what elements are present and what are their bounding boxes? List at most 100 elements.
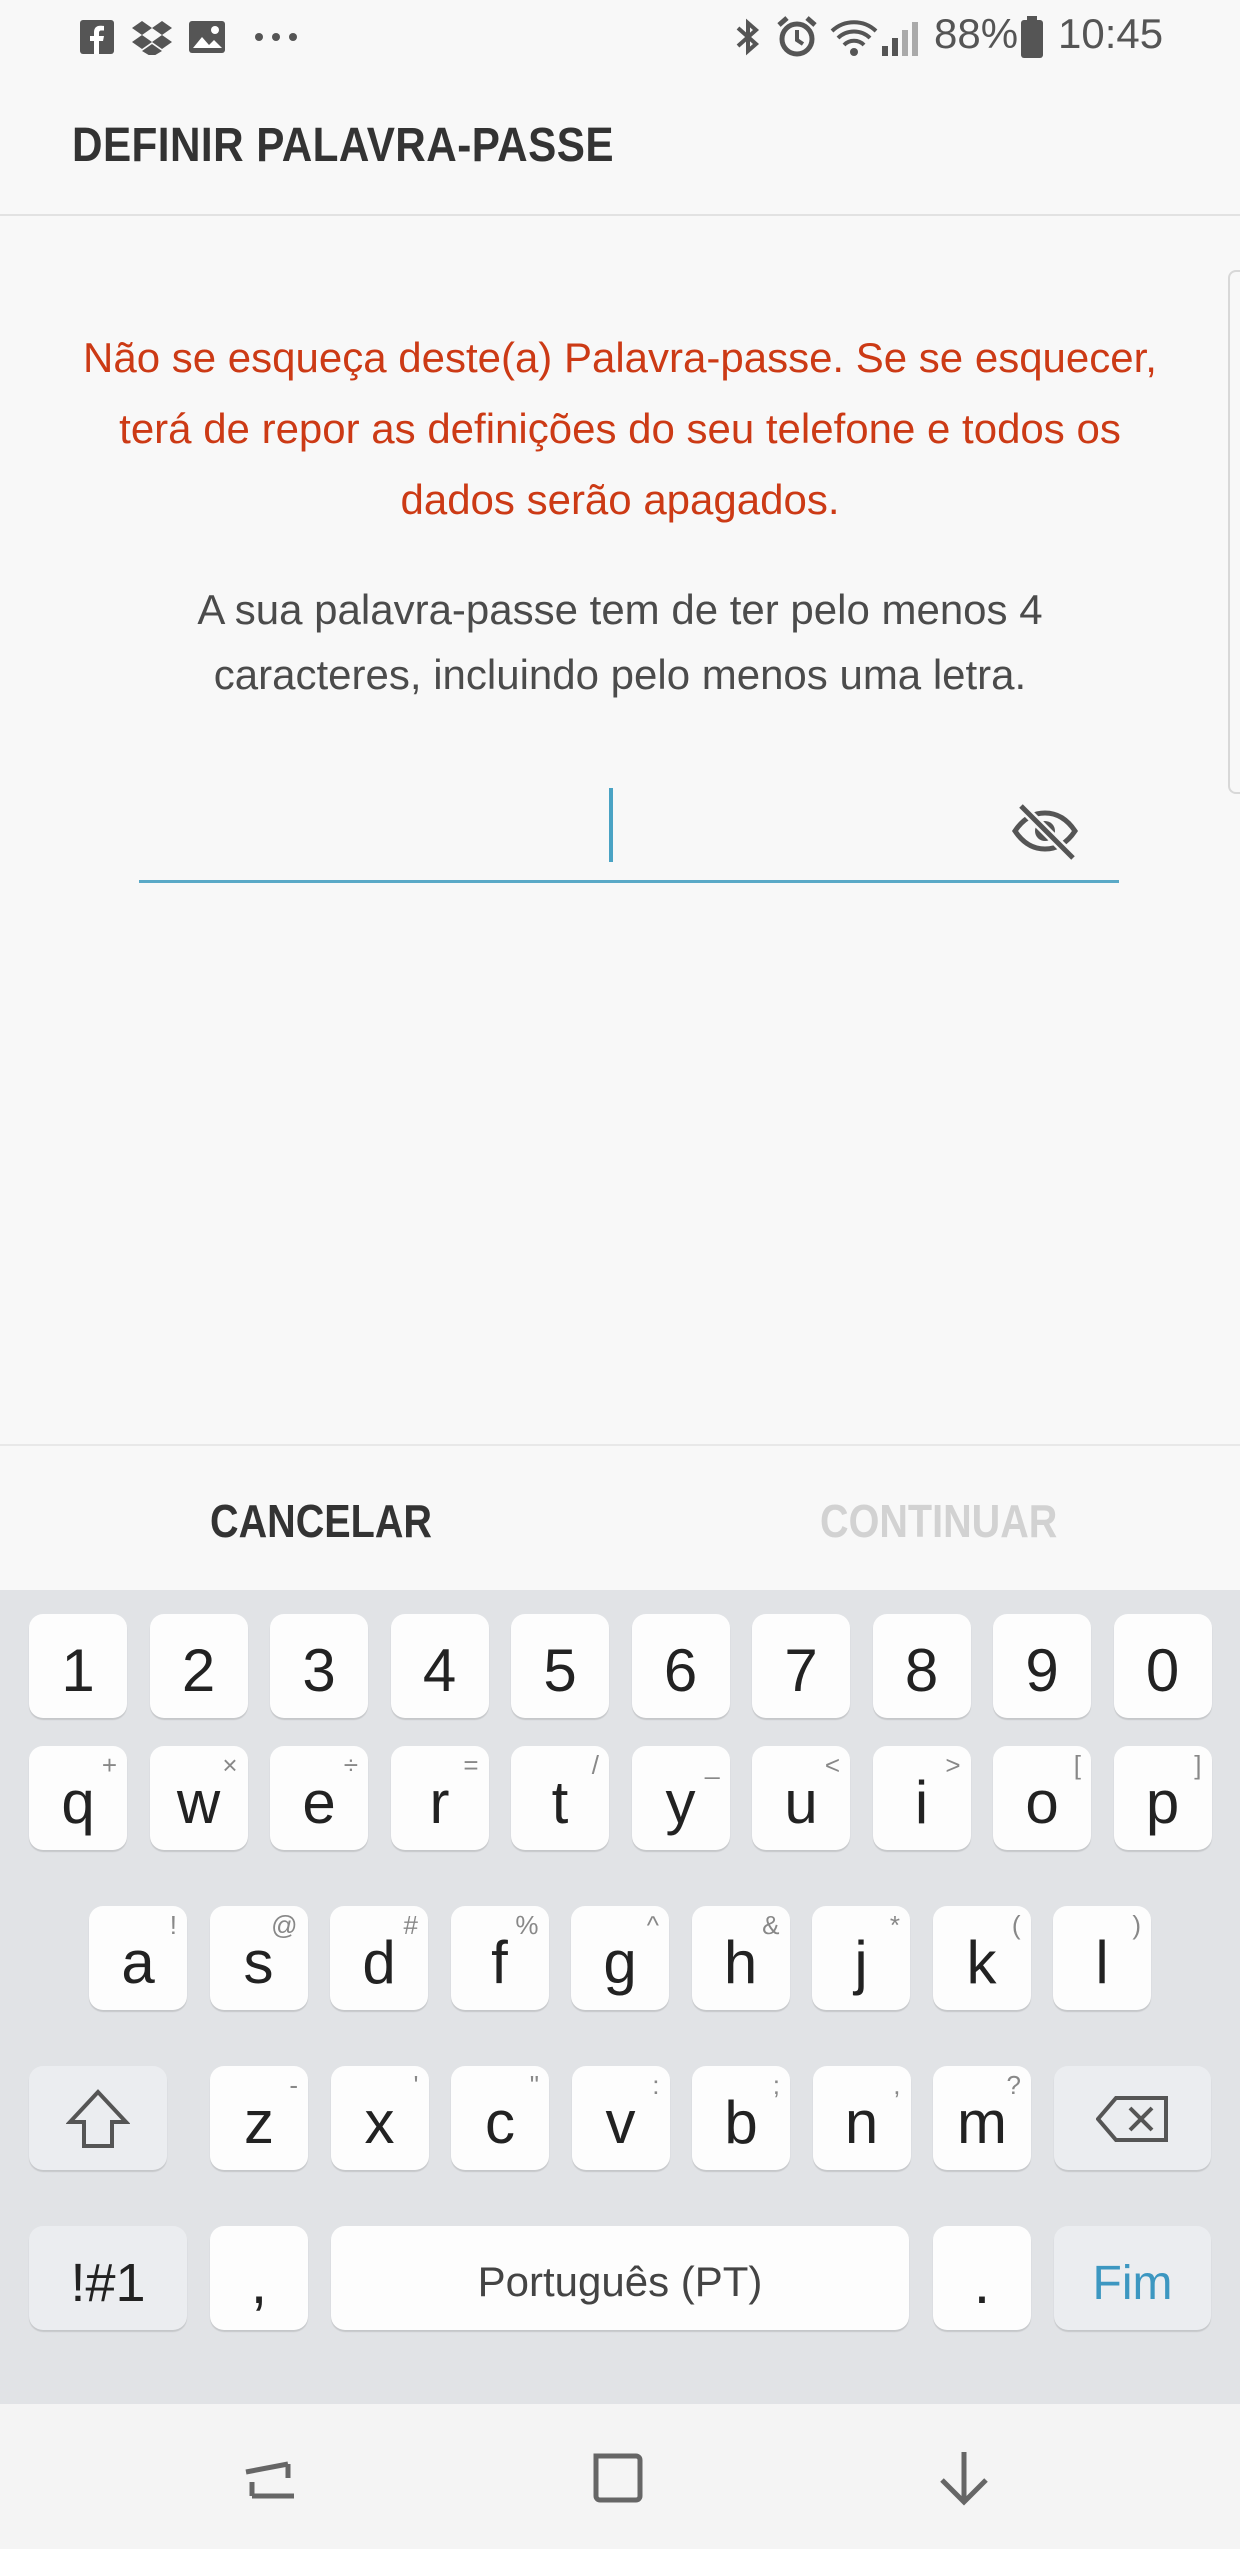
dropbox-icon xyxy=(132,14,172,60)
key-x[interactable]: x ' xyxy=(330,2066,429,2170)
password-requirements: A sua palavra-passe tem de ter pelo meno… xyxy=(197,586,1043,698)
key-secondary-label: + xyxy=(101,1750,117,1780)
key-u[interactable]: u < xyxy=(752,1746,850,1850)
key-secondary-label: ) xyxy=(1132,1910,1141,1940)
key-z[interactable]: z- xyxy=(210,2066,308,2170)
app-header: DEFINIR PALAVRA-PASSE xyxy=(0,74,1240,216)
eye-off-icon[interactable] xyxy=(1011,800,1079,862)
key-label: 8 xyxy=(904,1637,939,1704)
key-secondary-label: > xyxy=(945,1750,961,1780)
more-dots-icon xyxy=(254,14,298,60)
key-2[interactable]: 2 xyxy=(149,1614,248,1718)
back-icon[interactable] xyxy=(934,2448,994,2508)
key-w[interactable]: w × xyxy=(149,1746,248,1850)
key-secondary-label: , xyxy=(893,2070,901,2100)
key-4[interactable]: 4 xyxy=(390,1614,489,1718)
key-label: 9 xyxy=(1025,1637,1059,1704)
key-label: !#1 xyxy=(70,2253,146,2313)
key-q[interactable]: q + xyxy=(29,1746,127,1850)
navigation-bar xyxy=(0,2404,1240,2549)
key-c[interactable]: c " xyxy=(451,2066,549,2170)
key-label: 2 xyxy=(181,1637,216,1704)
key-label: . xyxy=(973,2249,991,2316)
key-secondary-label: ; xyxy=(772,2070,780,2100)
key-secondary-label: × xyxy=(222,1750,238,1780)
key-label: Português (PT) xyxy=(477,2258,763,2305)
password-input[interactable] xyxy=(139,780,1119,883)
key-9[interactable]: 9 xyxy=(993,1614,1091,1718)
key-n[interactable]: n, xyxy=(812,2066,911,2170)
key-s[interactable]: s @ xyxy=(209,1906,308,2010)
warning-message: Não se esqueça deste(a) Palavra-passe. S… xyxy=(83,334,1157,523)
key-o[interactable]: o[ xyxy=(993,1746,1091,1850)
key-secondary-label: " xyxy=(529,2070,539,2100)
key-secondary-label: # xyxy=(403,1910,418,1940)
key-secondary-label: % xyxy=(515,1910,539,1940)
key-8[interactable]: 8 xyxy=(872,1614,971,1718)
key-v[interactable]: v: xyxy=(571,2066,670,2170)
key-f[interactable]: f% xyxy=(450,1906,549,2010)
key-secondary-label: / xyxy=(591,1750,599,1780)
key-p[interactable]: p] xyxy=(1113,1746,1212,1850)
shift-icon xyxy=(66,2089,130,2148)
cancel-button[interactable]: CANCELAR xyxy=(210,1494,432,1548)
key-7[interactable]: 7 xyxy=(752,1614,850,1718)
key-label: 1 xyxy=(61,1637,95,1704)
key-j[interactable]: j * xyxy=(812,1906,910,2010)
scroll-indicator xyxy=(1228,270,1240,794)
shift-key[interactable] xyxy=(29,2066,167,2170)
key-secondary-label: = xyxy=(463,1750,479,1780)
key-secondary-label: ^ xyxy=(646,1910,659,1940)
space-key[interactable]: Português (PT) xyxy=(331,2226,909,2330)
key-h[interactable]: h & xyxy=(691,1906,790,2010)
key-secondary-label: ] xyxy=(1194,1750,1202,1780)
continue-button[interactable]: CONTINUAR xyxy=(820,1494,1057,1548)
key-secondary-label: : xyxy=(652,2070,660,2100)
key-a[interactable]: a! xyxy=(89,1906,187,2010)
backspace-icon xyxy=(1096,2096,1168,2142)
key-label: 4 xyxy=(422,1637,457,1704)
key-label: 6 xyxy=(663,1637,698,1704)
key-5[interactable]: 5 xyxy=(511,1614,609,1718)
key-label: 3 xyxy=(302,1637,336,1704)
key-k[interactable]: k( xyxy=(932,1906,1031,2010)
key-label: 7 xyxy=(784,1637,818,1704)
key-6[interactable]: 6 xyxy=(631,1614,730,1718)
key-m[interactable]: m? xyxy=(933,2066,1031,2170)
battery-percent: 88% xyxy=(934,10,1019,57)
key-secondary-label: * xyxy=(889,1910,900,1940)
key-t[interactable]: t / xyxy=(511,1746,609,1850)
period-key[interactable]: . xyxy=(933,2226,1031,2330)
key-r[interactable]: r = xyxy=(390,1746,489,1850)
backspace-key[interactable] xyxy=(1054,2066,1211,2170)
key-d[interactable]: d # xyxy=(330,1906,428,2010)
key-label: Fim xyxy=(1092,2257,1173,2310)
home-icon[interactable] xyxy=(588,2448,648,2508)
key-1[interactable]: 1 xyxy=(29,1614,127,1718)
key-3[interactable]: 3 xyxy=(270,1614,368,1718)
key-y[interactable]: y _ xyxy=(631,1746,730,1850)
wifi-icon xyxy=(830,14,878,60)
key-e[interactable]: e ÷ xyxy=(270,1746,368,1850)
alarm-icon xyxy=(776,14,818,60)
key-b[interactable]: b; xyxy=(692,2066,790,2170)
key-secondary-label: _ xyxy=(705,1750,720,1780)
key-secondary-label: ( xyxy=(1011,1910,1021,1940)
text-cursor xyxy=(609,788,613,862)
status-bar: 88% 10:45 xyxy=(0,0,1240,74)
done-key[interactable]: Fim xyxy=(1054,2226,1211,2330)
recents-icon[interactable] xyxy=(240,2448,300,2508)
key-0[interactable]: 0 xyxy=(1113,1614,1212,1718)
action-bar: CANCELAR CONTINUAR xyxy=(0,1444,1240,1592)
gallery-icon xyxy=(188,14,226,60)
key-label: 0 xyxy=(1145,1637,1180,1704)
key-secondary-label: ! xyxy=(169,1910,177,1940)
key-i[interactable]: i > xyxy=(872,1746,971,1850)
comma-key[interactable]: , xyxy=(210,2226,308,2330)
key-l[interactable]: l) xyxy=(1053,1906,1151,2010)
symbols-key[interactable]: !#1 xyxy=(29,2226,187,2330)
key-g[interactable]: g ^ xyxy=(571,1906,669,2010)
bluetooth-icon xyxy=(734,14,762,60)
key-secondary-label: ' xyxy=(413,2070,419,2100)
key-secondary-label: ÷ xyxy=(343,1750,358,1780)
